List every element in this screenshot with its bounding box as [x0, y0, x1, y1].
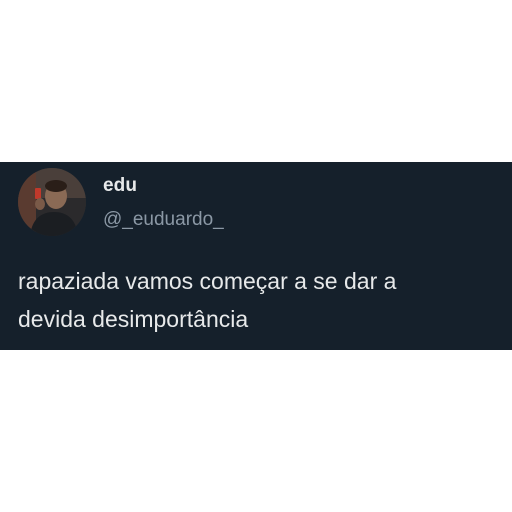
- avatar-photo-icon: [18, 168, 86, 236]
- tweet-card: edu @_euduardo_ rapaziada vamos começar …: [0, 162, 512, 350]
- tweet-text: rapaziada vamos começar a se dar a devid…: [18, 262, 498, 338]
- tweet-text-line: rapaziada vamos começar a se dar a: [18, 268, 397, 294]
- author-handle[interactable]: @_euduardo_: [103, 209, 224, 231]
- author-avatar[interactable]: [18, 168, 86, 236]
- author-display-name[interactable]: edu: [103, 175, 137, 197]
- screenshot-canvas: edu @_euduardo_ rapaziada vamos começar …: [0, 0, 512, 512]
- tweet-text-line: devida desimportância: [18, 306, 249, 332]
